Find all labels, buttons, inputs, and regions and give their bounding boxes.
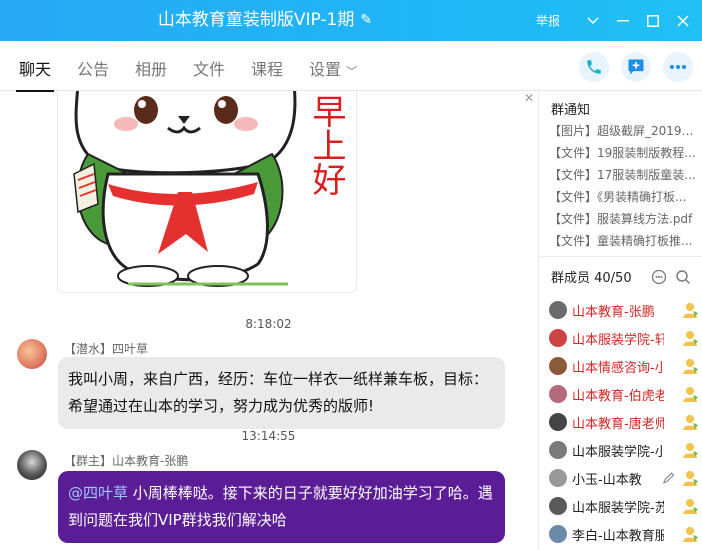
member-role-icon bbox=[683, 331, 698, 346]
notice-item[interactable]: 【图片】超级截屏_20190... bbox=[549, 122, 699, 139]
member-name: 山本服装学院-苏 bbox=[572, 500, 664, 516]
member-item[interactable]: 山本服装学院-轩 bbox=[549, 325, 699, 351]
member-role-icon bbox=[683, 499, 698, 514]
notice-item[interactable]: 【文件】17服装制版童装... bbox=[549, 166, 699, 183]
timestamp: 13:14:55 bbox=[241, 429, 296, 443]
member-name: 山本教育-张鹏 bbox=[572, 304, 655, 320]
message-bubble: @四叶草 小周棒棒哒。接下来的日子就要好好加油学习了哈。遇到问题在我们VIP群找… bbox=[58, 471, 505, 543]
divider bbox=[539, 256, 702, 257]
edit-icon[interactable] bbox=[662, 471, 675, 485]
maximize-icon[interactable] bbox=[638, 0, 668, 41]
group-side-panel: 群通知 【图片】超级截屏_20190... 【文件】19服装制版教程... 【文… bbox=[538, 91, 702, 550]
message-sender: 【潜水】四叶草 bbox=[64, 342, 149, 356]
timestamp: 8:18:02 bbox=[245, 317, 292, 331]
minimize-icon[interactable] bbox=[608, 0, 638, 41]
member-name: 李白-山本教育服 bbox=[572, 528, 664, 544]
tab-files[interactable]: 文件 bbox=[193, 41, 225, 91]
tab-album[interactable]: 相册 bbox=[135, 41, 167, 91]
member-name: 山本服装学院-轩 bbox=[572, 332, 664, 348]
members-title: 群成员 40/50 bbox=[551, 271, 632, 286]
mention-link[interactable]: @四叶草 bbox=[68, 484, 128, 502]
chevron-down-icon: ﹀ bbox=[346, 65, 358, 78]
member-role-icon bbox=[683, 359, 698, 374]
message-bubble: 我叫小周，来自广西，经历：车位一样衣一纸样兼车板，目标：希望通过在山本的学习，努… bbox=[58, 357, 505, 429]
avatar[interactable] bbox=[17, 450, 47, 480]
group-name: 山本教育童装制版VIP-1期 bbox=[157, 10, 355, 30]
tab-settings-label: 设置 bbox=[309, 60, 342, 79]
sticker-image[interactable]: 早上好 bbox=[57, 91, 357, 293]
avatar[interactable] bbox=[17, 339, 47, 369]
notice-title: 群通知 bbox=[551, 103, 591, 118]
notice-item[interactable]: 【文件】19服装制版教程... bbox=[549, 144, 699, 161]
member-item[interactable]: 李白-山本教育服 bbox=[549, 521, 699, 547]
member-item[interactable]: 小玉-山本教 bbox=[549, 465, 699, 491]
member-item[interactable]: 山本服装学院-小 bbox=[549, 437, 699, 463]
avatar bbox=[549, 357, 567, 375]
more-icon bbox=[670, 65, 686, 69]
chat-area[interactable]: 早上好 ✕ 8:18:02 【潜水】四叶草 我叫小周，来自广西，经历：车位一样衣… bbox=[0, 91, 537, 550]
close-icon[interactable]: ✕ bbox=[524, 91, 534, 105]
member-name: 山本教育-唐老师 bbox=[572, 416, 664, 432]
member-item[interactable]: 山本情感咨询-小 bbox=[549, 353, 699, 379]
member-name: 山本服装学院-小 bbox=[572, 444, 664, 460]
edit-icon[interactable]: ✎ bbox=[360, 0, 372, 41]
window-title: 山本教育童装制版VIP-1期 ✎ bbox=[0, 0, 530, 41]
avatar bbox=[549, 525, 567, 543]
tab-course[interactable]: 课程 bbox=[251, 41, 283, 91]
tab-announcement[interactable]: 公告 bbox=[77, 41, 109, 91]
member-name: 小玉-山本教 bbox=[572, 472, 642, 488]
member-item[interactable]: 山本教育-伯虎老 bbox=[549, 381, 699, 407]
tab-chat[interactable]: 聊天 bbox=[15, 41, 55, 92]
search-icon[interactable] bbox=[675, 269, 691, 285]
member-role-icon bbox=[683, 443, 698, 458]
more-options-button[interactable] bbox=[663, 52, 693, 82]
notice-item[interactable]: 【文件】服装算线方法.pdf bbox=[549, 210, 699, 227]
member-role-icon bbox=[683, 527, 698, 542]
close-icon[interactable] bbox=[668, 0, 698, 41]
notice-item[interactable]: 【文件】童装精确打板推... bbox=[549, 232, 699, 249]
member-item[interactable]: 山本教育-张鹏 bbox=[549, 297, 699, 323]
member-name: 山本情感咨询-小 bbox=[572, 360, 664, 376]
chevron-down-icon[interactable] bbox=[578, 0, 608, 41]
phone-icon bbox=[587, 60, 601, 74]
member-role-icon bbox=[683, 471, 698, 486]
message-sender: 【群主】山本教育-张鹏 bbox=[64, 454, 189, 468]
member-role-icon bbox=[683, 387, 698, 402]
avatar bbox=[549, 497, 567, 515]
add-topic-button[interactable] bbox=[621, 52, 651, 82]
avatar bbox=[549, 329, 567, 347]
chat-plus-icon bbox=[628, 59, 644, 75]
member-name: 山本教育-伯虎老 bbox=[572, 388, 664, 404]
member-role-icon bbox=[683, 415, 698, 430]
avatar bbox=[549, 469, 567, 487]
member-role-icon bbox=[683, 303, 698, 318]
member-item[interactable]: 山本服装学院-苏 bbox=[549, 493, 699, 519]
avatar bbox=[549, 385, 567, 403]
tab-settings[interactable]: 设置 ﹀ bbox=[309, 41, 357, 91]
avatar bbox=[549, 301, 567, 319]
title-bar: 山本教育童装制版VIP-1期 ✎ 举报 bbox=[0, 0, 702, 41]
report-button[interactable]: 举报 bbox=[536, 12, 560, 29]
message-text: 小周棒棒哒。接下来的日子就要好好加油学习了哈。遇到问题在我们VIP群找我们解决哈 bbox=[68, 484, 493, 529]
sticker-caption: 早上好 bbox=[306, 94, 346, 196]
member-item[interactable]: 山本教育-唐老师 bbox=[549, 409, 699, 435]
group-chat-icon[interactable] bbox=[651, 269, 667, 285]
avatar bbox=[549, 441, 567, 459]
phone-call-button[interactable] bbox=[579, 52, 609, 82]
notice-item[interactable]: 【文件】《男装精确打板... bbox=[549, 188, 699, 205]
avatar bbox=[549, 413, 567, 431]
